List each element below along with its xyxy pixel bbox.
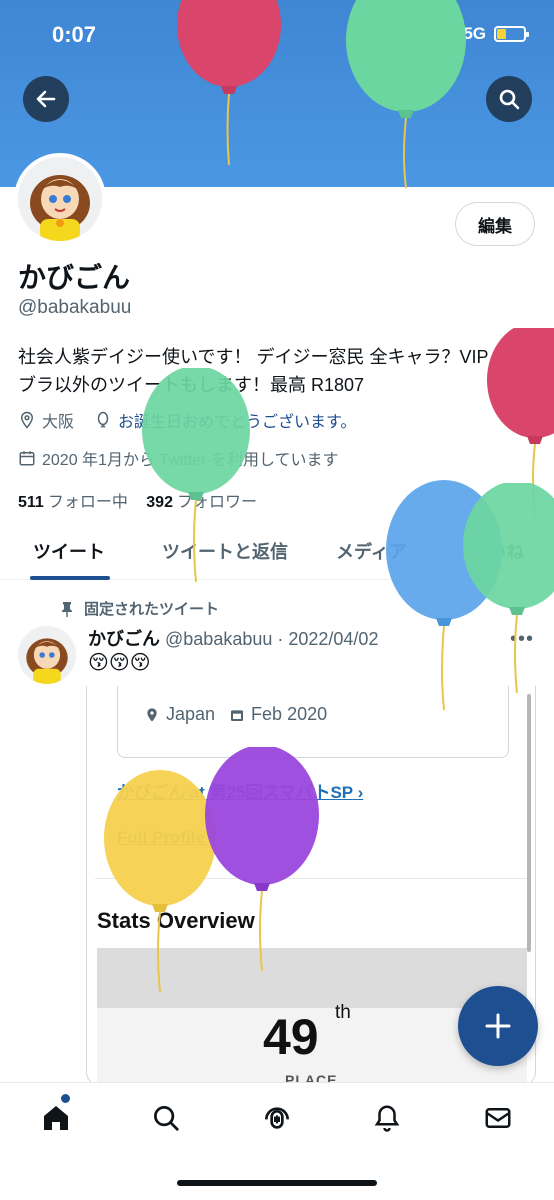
home-icon bbox=[44, 1106, 68, 1130]
nav-notifications[interactable] bbox=[370, 1101, 404, 1135]
mail-icon bbox=[485, 1108, 511, 1128]
active-tab-indicator bbox=[30, 576, 110, 580]
spaces-icon bbox=[265, 1107, 289, 1129]
profile-location: 大阪 bbox=[42, 414, 75, 431]
profile-tabs: ツイート ツイートと返信 メディア いいね bbox=[0, 520, 554, 580]
network-label: 5G bbox=[463, 24, 486, 43]
tweet-avatar[interactable] bbox=[18, 626, 76, 684]
tab-media[interactable]: メディア bbox=[336, 538, 407, 564]
balloon-blue bbox=[386, 480, 502, 711]
tab-likes[interactable]: いいね bbox=[470, 538, 524, 564]
bio-line-1: 社会人紫デイジー使いです！ デイジー窓民 全キャラ？VIP スマ bbox=[18, 347, 529, 367]
pinned-label: 固定されたツイート bbox=[60, 598, 219, 619]
profile-handle: @babakabuu bbox=[18, 297, 132, 318]
following-link[interactable]: 511 フォロー中 bbox=[18, 494, 128, 511]
card-scrollbar[interactable] bbox=[527, 694, 531, 952]
card-divider bbox=[95, 878, 527, 879]
profile-avatar[interactable] bbox=[14, 153, 106, 245]
plus-icon bbox=[485, 1013, 511, 1039]
compose-tweet-button[interactable] bbox=[458, 986, 538, 1066]
profile-name: かびごん bbox=[18, 262, 131, 293]
tweet-handle-date: @babakabuu · 2022/04/02 bbox=[165, 629, 379, 649]
tweet-author-name[interactable]: かびごん bbox=[88, 629, 160, 649]
search-icon bbox=[154, 1106, 179, 1131]
balloon-icon bbox=[97, 411, 109, 428]
back-button[interactable] bbox=[23, 76, 69, 122]
nav-home[interactable] bbox=[39, 1101, 73, 1135]
calendar-icon bbox=[19, 451, 35, 466]
edit-profile-button[interactable]: 編集 bbox=[455, 202, 535, 246]
calendar-icon bbox=[231, 709, 244, 721]
rank-suffix: th bbox=[335, 1002, 351, 1023]
location-icon bbox=[20, 411, 34, 429]
profile-bio: 社会人紫デイジー使いです！ デイジー窓民 全キャラ？VIP スマ ブラ以外のツイ… bbox=[18, 343, 538, 399]
more-icon[interactable]: ••• bbox=[510, 628, 534, 651]
search-icon bbox=[499, 89, 520, 110]
bio-line-2: ブラ以外のツイートもします！最高 R1807 bbox=[18, 375, 365, 395]
tweet-text: 😚😚😚 bbox=[88, 652, 151, 674]
follow-stats: 511 フォロー中 392 フォロワー bbox=[18, 488, 257, 512]
card-location: Japan bbox=[166, 704, 216, 724]
card-event-link[interactable]: かびごん at 第25回スマバトSP › bbox=[117, 778, 363, 803]
tweet-header: かびごん @babakabuu · 2022/04/02 bbox=[88, 625, 378, 651]
notification-dot bbox=[61, 1094, 70, 1103]
nav-spaces[interactable] bbox=[260, 1101, 294, 1135]
profile-meta-row: 大阪 お誕生日おめでとうございます。 bbox=[18, 408, 356, 432]
followers-count: 392 bbox=[146, 494, 173, 511]
signal-icon bbox=[433, 26, 456, 42]
status-indicators: 5G bbox=[433, 24, 529, 44]
chevron-right-icon: › bbox=[209, 828, 216, 847]
card-meta: Japan Feb 2020 bbox=[144, 704, 327, 725]
battery-icon bbox=[494, 26, 529, 42]
card-date: Feb 2020 bbox=[251, 704, 328, 724]
location-icon bbox=[147, 707, 157, 722]
following-label: フォロー中 bbox=[47, 494, 128, 511]
status-time: 0:07 bbox=[52, 22, 97, 47]
bell-icon bbox=[374, 1105, 400, 1132]
nav-messages[interactable] bbox=[481, 1101, 515, 1135]
followers-link[interactable]: 392 フォロワー bbox=[146, 494, 257, 511]
profile-joined: 2020 年1月から Twitter を利用しています bbox=[42, 452, 339, 469]
stats-title: Stats Overview bbox=[97, 908, 255, 933]
profile-joined-row: 2020 年1月から Twitter を利用しています bbox=[18, 446, 338, 470]
chevron-right-icon: › bbox=[357, 783, 364, 802]
followers-label: フォロワー bbox=[176, 494, 257, 511]
balloon-green-right bbox=[463, 483, 554, 694]
pinned-label-text: 固定されたツイート bbox=[84, 601, 220, 618]
profile-birthday[interactable]: お誕生日おめでとうございます。 bbox=[118, 408, 356, 432]
card-profile-box: Japan Feb 2020 bbox=[117, 686, 509, 758]
stats-band bbox=[97, 948, 527, 1008]
card-event-link-text: かびごん at 第25回スマバトSP bbox=[117, 783, 353, 802]
following-count: 511 bbox=[18, 494, 44, 511]
rank-value: 49 bbox=[263, 1009, 319, 1065]
tab-tweets-replies[interactable]: ツイートと返信 bbox=[162, 538, 288, 564]
tab-tweets[interactable]: ツイート bbox=[33, 538, 105, 564]
card-full-profile-link[interactable]: Full Profile › bbox=[117, 828, 215, 848]
arrow-left-icon bbox=[36, 90, 56, 108]
search-button[interactable] bbox=[486, 76, 532, 122]
pin-icon bbox=[62, 601, 72, 617]
nav-search[interactable] bbox=[149, 1101, 183, 1135]
card-full-profile-text: Full Profile bbox=[117, 828, 205, 847]
home-indicator[interactable] bbox=[177, 1180, 377, 1186]
